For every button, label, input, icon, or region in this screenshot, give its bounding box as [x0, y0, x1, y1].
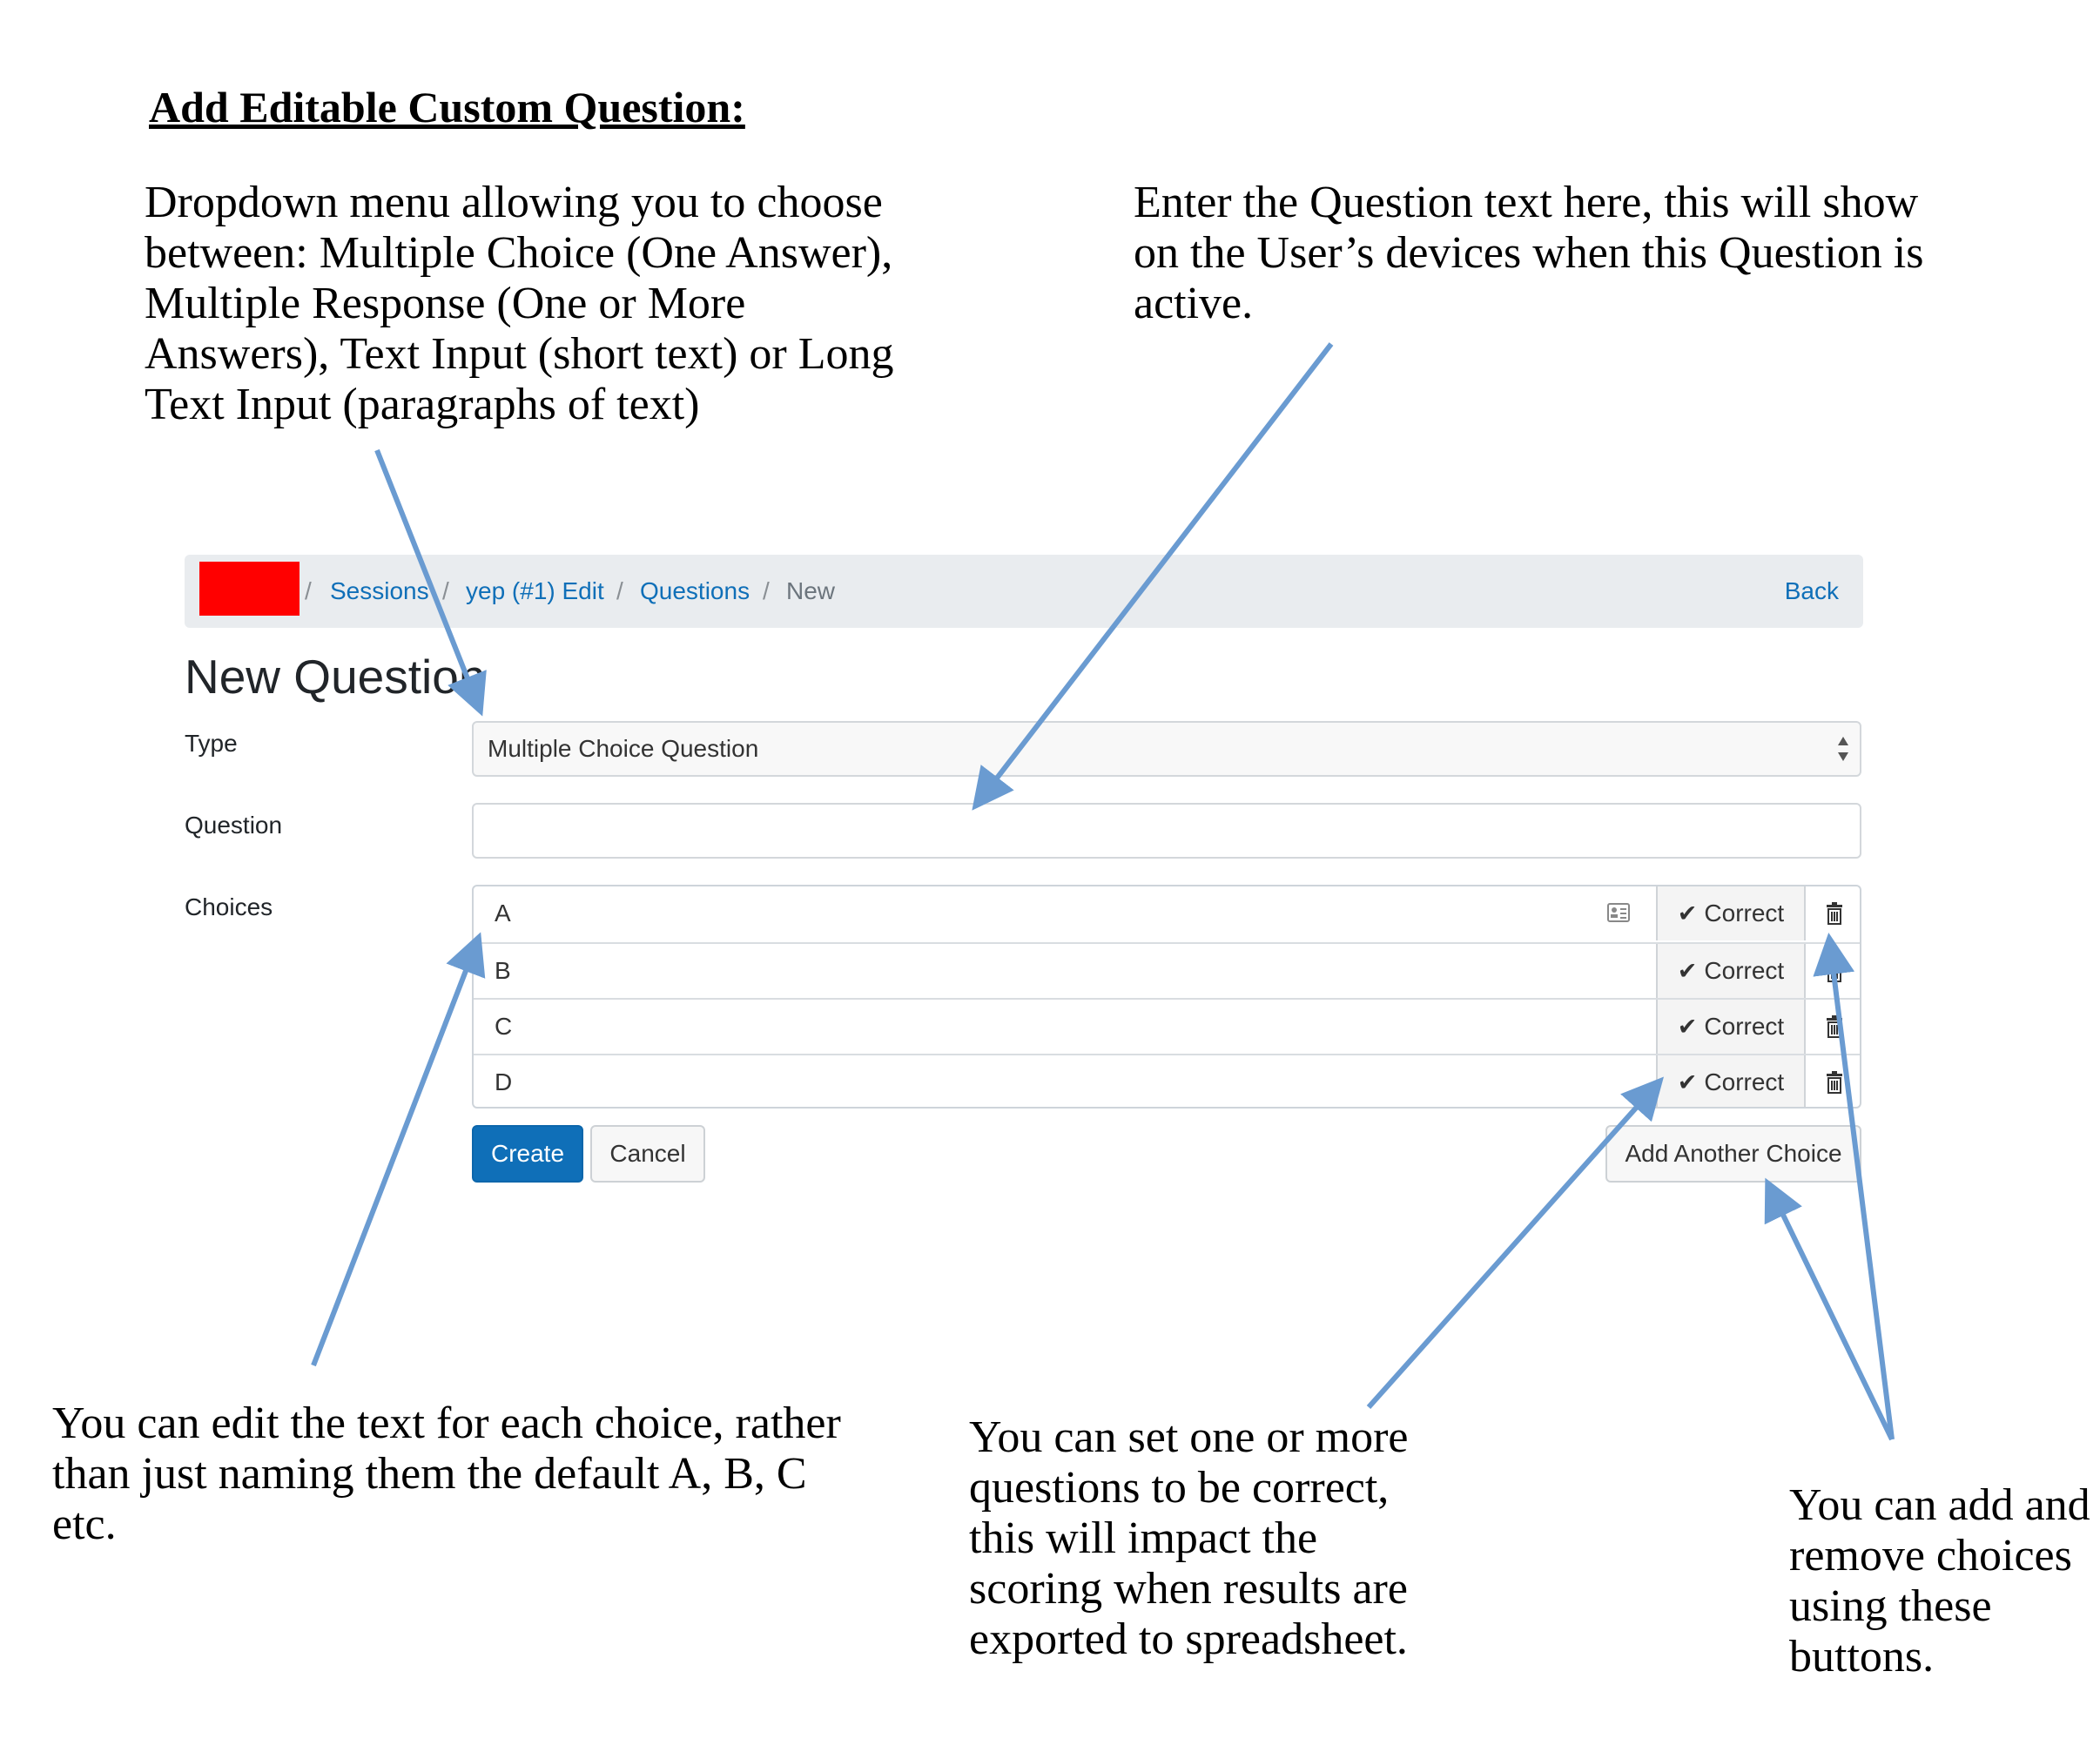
breadcrumb-separator: /: [305, 577, 312, 604]
note-set-correct: You can set one or more questions to be …: [969, 1412, 1409, 1665]
note-line: questions to be correct,: [969, 1463, 1390, 1513]
note-line: buttons.: [1789, 1632, 1935, 1681]
choice-row: A ✔ Correct: [474, 886, 1860, 942]
arrow-to-add-choice: [1764, 1177, 1895, 1441]
note-line: You can add and: [1789, 1480, 2090, 1530]
trash-icon: [1827, 960, 1842, 982]
breadcrumb-separator: /: [763, 577, 770, 604]
choice-text-input[interactable]: A: [495, 886, 511, 940]
note-line: between: Multiple Choice (One Answer),: [145, 228, 893, 278]
breadcrumb-questions[interactable]: Questions: [640, 555, 750, 628]
choices-list: A ✔ Correct B ✔ Correct C ✔ Correct D ✔ …: [472, 885, 1861, 1109]
choice-text-input[interactable]: B: [495, 944, 511, 998]
note-line: Dropdown menu allowing you to choose: [145, 178, 883, 227]
note-type-dropdown: Dropdown menu allowing you to choose bet…: [145, 178, 893, 430]
note-line: etc.: [52, 1500, 117, 1549]
delete-choice-button[interactable]: [1806, 1055, 1860, 1107]
select-arrows-icon: [1838, 737, 1848, 761]
arrow-to-choice-text: [311, 932, 486, 1367]
type-select[interactable]: Multiple Choice Question: [472, 721, 1861, 777]
trash-icon: [1827, 1071, 1842, 1094]
type-select-value: Multiple Choice Question: [488, 735, 759, 762]
note-line: remove choices: [1789, 1531, 2072, 1580]
choice-row: B ✔ Correct: [474, 942, 1860, 998]
breadcrumb-session-edit[interactable]: yep (#1) Edit: [466, 555, 604, 628]
redacted-logo: [199, 562, 300, 616]
type-label: Type: [185, 730, 238, 757]
correct-toggle-button[interactable]: ✔ Correct: [1656, 886, 1806, 940]
note-line: Enter the Question text here, this will …: [1134, 178, 1919, 227]
correct-toggle-button[interactable]: ✔ Correct: [1656, 1000, 1806, 1054]
page-title: New Question: [185, 650, 486, 704]
create-button[interactable]: Create: [472, 1125, 583, 1183]
choice-text-input[interactable]: C: [495, 1000, 512, 1054]
back-link[interactable]: Back: [1785, 555, 1839, 628]
choices-label: Choices: [185, 893, 273, 920]
breadcrumb: / Sessions / yep (#1) Edit / Questions /…: [185, 555, 1863, 628]
check-icon: ✔: [1677, 1014, 1698, 1040]
note-line: on the User’s devices when this Question…: [1134, 228, 1924, 278]
delete-choice-button[interactable]: [1806, 1000, 1860, 1054]
breadcrumb-current: New: [786, 577, 836, 604]
breadcrumb-sessions[interactable]: Sessions: [330, 555, 429, 628]
choice-text-input[interactable]: D: [495, 1055, 512, 1107]
note-line: You can edit the text for each choice, r…: [52, 1398, 841, 1448]
add-another-choice-button[interactable]: Add Another Choice: [1605, 1125, 1861, 1183]
contact-card-icon: [1607, 903, 1630, 922]
trash-icon: [1827, 1015, 1842, 1038]
question-label: Question: [185, 812, 283, 839]
note-edit-choices: You can edit the text for each choice, r…: [52, 1398, 841, 1550]
delete-choice-button[interactable]: [1806, 886, 1860, 940]
note-line: Text Input (paragraphs of text): [145, 380, 700, 429]
note-line: this will impact the: [969, 1513, 1318, 1563]
correct-label: Correct: [1704, 957, 1785, 984]
note-line: Answers), Text Input (short text) or Lon…: [145, 329, 894, 379]
note-line: exported to spreadsheet.: [969, 1614, 1408, 1664]
note-line: than just naming them the default A, B, …: [52, 1449, 807, 1499]
note-question-text: Enter the Question text here, this will …: [1134, 178, 1923, 329]
note-line: Multiple Response (One or More: [145, 279, 746, 328]
check-icon: ✔: [1677, 958, 1698, 984]
check-icon: ✔: [1677, 1069, 1698, 1095]
check-icon: ✔: [1677, 900, 1698, 927]
correct-label: Correct: [1704, 900, 1785, 927]
document-title: Add Editable Custom Question:: [149, 83, 745, 131]
correct-toggle-button[interactable]: ✔ Correct: [1656, 944, 1806, 998]
note-line: using these: [1789, 1581, 1992, 1631]
correct-label: Correct: [1704, 1013, 1785, 1040]
breadcrumb-separator: /: [616, 577, 623, 604]
question-input[interactable]: [472, 803, 1861, 859]
correct-toggle-button[interactable]: ✔ Correct: [1656, 1055, 1806, 1107]
trash-icon: [1827, 902, 1842, 925]
choice-row: C ✔ Correct: [474, 998, 1860, 1054]
note-add-remove: You can add and remove choices using the…: [1789, 1480, 2090, 1682]
correct-label: Correct: [1704, 1068, 1785, 1095]
note-line: scoring when results are: [969, 1564, 1408, 1614]
note-line: You can set one or more: [969, 1412, 1409, 1462]
cancel-button[interactable]: Cancel: [590, 1125, 705, 1183]
breadcrumb-separator: /: [442, 577, 449, 604]
note-line: active.: [1134, 279, 1254, 328]
choice-row: D ✔ Correct: [474, 1054, 1860, 1107]
delete-choice-button[interactable]: [1806, 944, 1860, 998]
